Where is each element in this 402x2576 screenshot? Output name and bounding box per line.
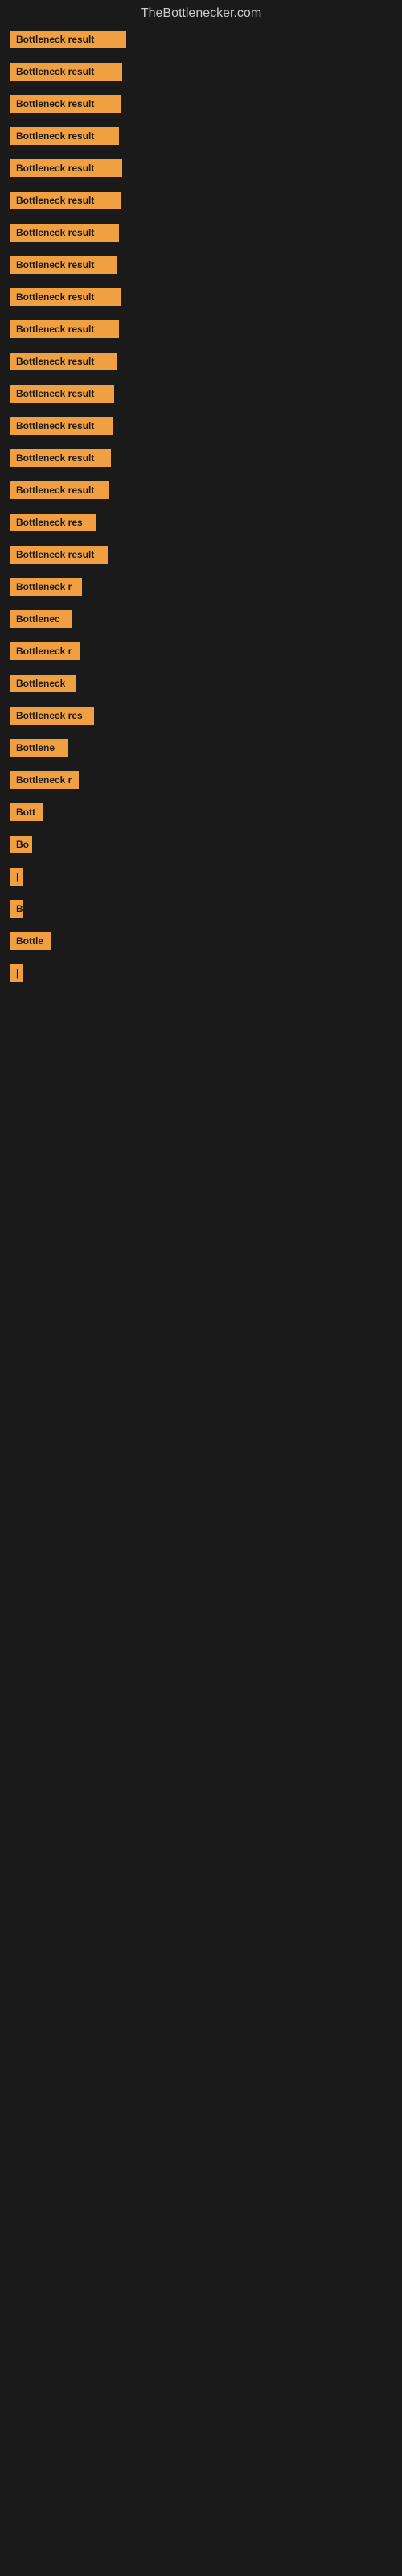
- bottleneck-badge[interactable]: Bottleneck result: [10, 385, 114, 402]
- bottleneck-badge[interactable]: Bottleneck result: [10, 224, 119, 242]
- bottleneck-badge[interactable]: Bottleneck result: [10, 353, 117, 370]
- list-item: Bottleneck result: [10, 95, 396, 113]
- list-item: Bottlene: [10, 739, 396, 757]
- bottleneck-badge[interactable]: Bottlenec: [10, 610, 72, 628]
- bottleneck-badge[interactable]: |: [10, 868, 23, 886]
- list-item: Bottleneck result: [10, 385, 396, 402]
- list-item: Bottleneck result: [10, 159, 396, 177]
- list-item: Bottleneck result: [10, 481, 396, 499]
- bottleneck-badge[interactable]: Bottlene: [10, 739, 68, 757]
- bottleneck-badge[interactable]: |: [10, 964, 23, 982]
- list-item: |: [10, 868, 396, 886]
- bottleneck-badge[interactable]: Bottleneck r: [10, 578, 82, 596]
- list-item: Bottleneck r: [10, 578, 396, 596]
- bottleneck-badge[interactable]: Bottleneck r: [10, 642, 80, 660]
- list-item: Bottleneck result: [10, 288, 396, 306]
- list-item: Bottleneck r: [10, 642, 396, 660]
- bottleneck-badge[interactable]: Bottleneck result: [10, 192, 121, 209]
- bottleneck-badge[interactable]: Bottleneck: [10, 675, 76, 692]
- bottleneck-badge[interactable]: Bottleneck res: [10, 707, 94, 724]
- bottleneck-badge[interactable]: Bottleneck r: [10, 771, 79, 789]
- list-item: Bottleneck result: [10, 31, 396, 48]
- list-item: Bottle: [10, 932, 396, 950]
- list-item: Bottleneck r: [10, 771, 396, 789]
- list-item: Bottleneck result: [10, 353, 396, 370]
- bottleneck-badge[interactable]: Bott: [10, 803, 43, 821]
- list-item: Bottlenec: [10, 610, 396, 628]
- list-item: Bottleneck result: [10, 320, 396, 338]
- bottleneck-badge[interactable]: Bottleneck res: [10, 514, 96, 531]
- bottleneck-badge[interactable]: Bottleneck result: [10, 159, 122, 177]
- list-item: Bottleneck result: [10, 256, 396, 274]
- bottleneck-badge[interactable]: Bo: [10, 836, 32, 853]
- list-item: Bottleneck result: [10, 127, 396, 145]
- bottleneck-badge[interactable]: Bottleneck result: [10, 63, 122, 80]
- bottleneck-badge[interactable]: Bottleneck result: [10, 288, 121, 306]
- list-item: Bottleneck result: [10, 224, 396, 242]
- list-item: Bottleneck result: [10, 63, 396, 80]
- bottleneck-badge[interactable]: B: [10, 900, 23, 918]
- site-title: TheBottlenecker.com: [0, 0, 402, 31]
- list-item: Bottleneck: [10, 675, 396, 692]
- list-item: B: [10, 900, 396, 918]
- bottleneck-badge[interactable]: Bottleneck result: [10, 95, 121, 113]
- list-item: Bottleneck res: [10, 707, 396, 724]
- list-item: |: [10, 964, 396, 982]
- bottleneck-badge[interactable]: Bottleneck result: [10, 546, 108, 564]
- bottleneck-badge[interactable]: Bottleneck result: [10, 417, 113, 435]
- list-item: Bottleneck result: [10, 546, 396, 564]
- bottleneck-badge[interactable]: Bottleneck result: [10, 449, 111, 467]
- bottleneck-badge[interactable]: Bottleneck result: [10, 31, 126, 48]
- items-container: Bottleneck result Bottleneck result Bottle…: [0, 31, 402, 982]
- list-item: Bottleneck result: [10, 192, 396, 209]
- list-item: Bott: [10, 803, 396, 821]
- bottleneck-badge[interactable]: Bottle: [10, 932, 51, 950]
- bottleneck-badge[interactable]: Bottleneck result: [10, 320, 119, 338]
- bottleneck-badge[interactable]: Bottleneck result: [10, 256, 117, 274]
- list-item: Bottleneck result: [10, 417, 396, 435]
- bottleneck-badge[interactable]: Bottleneck result: [10, 127, 119, 145]
- list-item: Bottleneck res: [10, 514, 396, 531]
- list-item: Bo: [10, 836, 396, 853]
- list-item: Bottleneck result: [10, 449, 396, 467]
- bottleneck-badge[interactable]: Bottleneck result: [10, 481, 109, 499]
